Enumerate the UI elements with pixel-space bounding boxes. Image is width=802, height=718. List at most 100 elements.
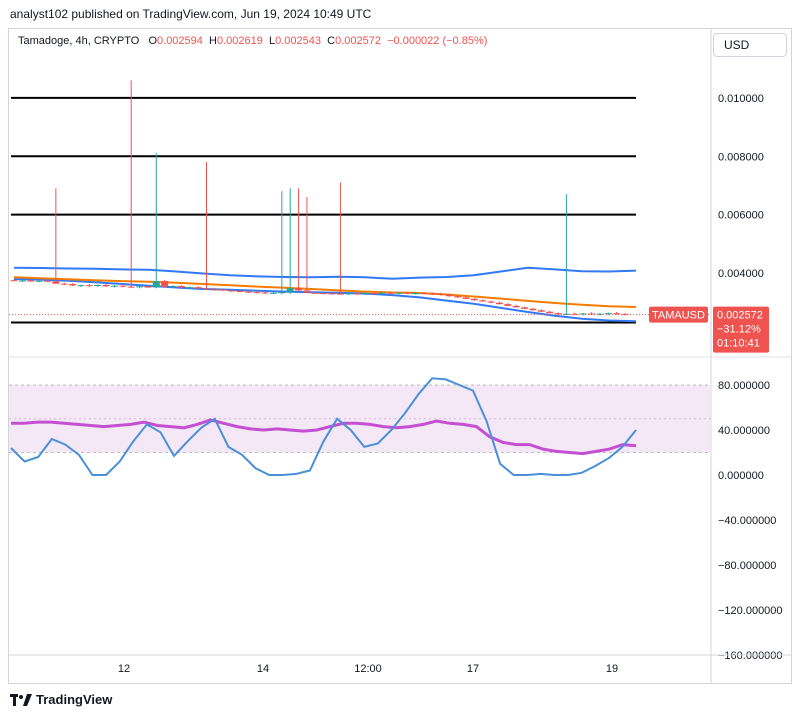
candle-body: [186, 287, 194, 289]
candle-body: [161, 281, 169, 287]
candle-body: [387, 292, 395, 294]
candle-body: [445, 294, 453, 297]
candle-body: [35, 280, 43, 282]
oscillator-tick-label: −80.000000: [718, 560, 776, 572]
candle-body: [311, 292, 319, 294]
time-tick-label: 19: [606, 663, 618, 675]
candle-body: [571, 313, 579, 315]
chart-canvas: 0.010000 0.008000 0.006000 0.004000 TAMAUSD…: [9, 29, 791, 683]
candle-body: [604, 313, 612, 315]
candle-body: [428, 293, 436, 295]
candle-body: [470, 298, 478, 301]
candle-body: [495, 302, 503, 305]
price-badge: TAMAUSD 0.002572 −31.12% 01:10:41: [649, 306, 769, 353]
candle-body: [378, 292, 386, 294]
candle-body: [362, 293, 370, 295]
candle-body: [295, 288, 303, 291]
candle-body: [144, 286, 152, 288]
candle-body: [18, 280, 26, 282]
candle-body: [395, 292, 403, 294]
candle-body: [370, 293, 378, 295]
candle-body: [437, 293, 445, 295]
footer-brand[interactable]: TradingView: [10, 692, 112, 707]
oscillator-tick-label: −120.000000: [718, 605, 783, 617]
candle-body: [278, 292, 286, 294]
candle-body: [537, 310, 545, 312]
oscillator-tick-label: 40.000000: [718, 425, 770, 437]
candle-body: [211, 289, 219, 291]
oscillator-axis: 80.000000 40.000000 0.000000 −40.000000 −80.…: [718, 380, 783, 662]
price-tick-label: 0.004000: [718, 268, 764, 280]
candle-body: [529, 308, 537, 311]
candle-body: [10, 280, 18, 282]
price-tick-label: 0.006000: [718, 210, 764, 222]
candle-body: [546, 311, 554, 314]
candle-body: [479, 300, 487, 302]
candle-body: [253, 292, 261, 294]
indicator-bands: [13, 266, 637, 323]
oscillator-pane: [9, 377, 711, 476]
candle-body: [219, 289, 227, 291]
badge-price: 0.002572: [717, 310, 763, 322]
candle-body: [94, 284, 102, 287]
candle-body: [102, 284, 110, 287]
upper-band-line: [13, 266, 637, 280]
candle-body: [136, 286, 144, 288]
candle-body: [169, 286, 177, 288]
candle-body: [27, 280, 35, 282]
price-axis: 0.010000 0.008000 0.006000 0.004000: [710, 29, 764, 683]
candle-body: [119, 285, 127, 287]
candle-body: [320, 293, 328, 295]
candle-body: [194, 287, 202, 289]
time-tick-label: 12: [118, 663, 130, 675]
candle-body: [228, 290, 236, 292]
tradingview-logo-icon: [10, 693, 32, 706]
candle-body: [345, 293, 353, 295]
candle-body: [203, 288, 211, 290]
candle-body: [504, 304, 512, 306]
candle-body: [328, 293, 336, 295]
candle-body: [269, 292, 277, 294]
candle-body: [403, 292, 411, 294]
time-tick-label: 17: [467, 663, 479, 675]
candle-body: [177, 286, 185, 288]
candle-body: [236, 291, 244, 292]
candle-body: [512, 305, 520, 308]
candle-body: [303, 290, 311, 293]
candle-body: [261, 292, 269, 294]
candle-body: [77, 285, 85, 287]
price-tick-label: 0.008000: [718, 151, 764, 163]
candle-body: [43, 280, 51, 282]
candle-body: [244, 291, 252, 293]
candle-body: [127, 286, 135, 288]
candle-body: [69, 284, 77, 286]
oscillator-tick-label: 0.000000: [718, 470, 764, 482]
oscillator-tick-label: −160.000000: [718, 650, 783, 662]
candle-body: [85, 285, 93, 287]
footer-brand-label: TradingView: [36, 692, 113, 707]
candle-body: [420, 293, 428, 295]
oscillator-tick-label: 80.000000: [718, 380, 770, 392]
price-tick-label: 0.010000: [718, 93, 764, 105]
candle-body: [52, 281, 60, 284]
candle-body: [487, 301, 495, 303]
candle-body: [152, 281, 160, 288]
time-axis: 12 14 12:00 17 19: [9, 654, 791, 675]
badge-symbol: TAMAUSD: [652, 310, 705, 322]
oscillator-tick-label: −40.000000: [718, 515, 776, 527]
candle-body: [462, 297, 470, 299]
candle-body: [353, 293, 361, 295]
candle-body: [613, 313, 621, 315]
candle-body: [562, 313, 570, 315]
badge-change: −31.12%: [717, 324, 761, 336]
time-tick-label: 12:00: [354, 663, 382, 675]
candle-body: [60, 283, 68, 285]
candle-body: [454, 296, 462, 298]
candle-body: [110, 285, 118, 287]
candle-body: [286, 288, 294, 293]
candle-body: [521, 307, 529, 309]
candle-body: [412, 293, 420, 295]
candle-body: [336, 293, 344, 295]
badge-countdown: 01:10:41: [717, 338, 760, 350]
time-tick-label: 14: [257, 663, 269, 675]
